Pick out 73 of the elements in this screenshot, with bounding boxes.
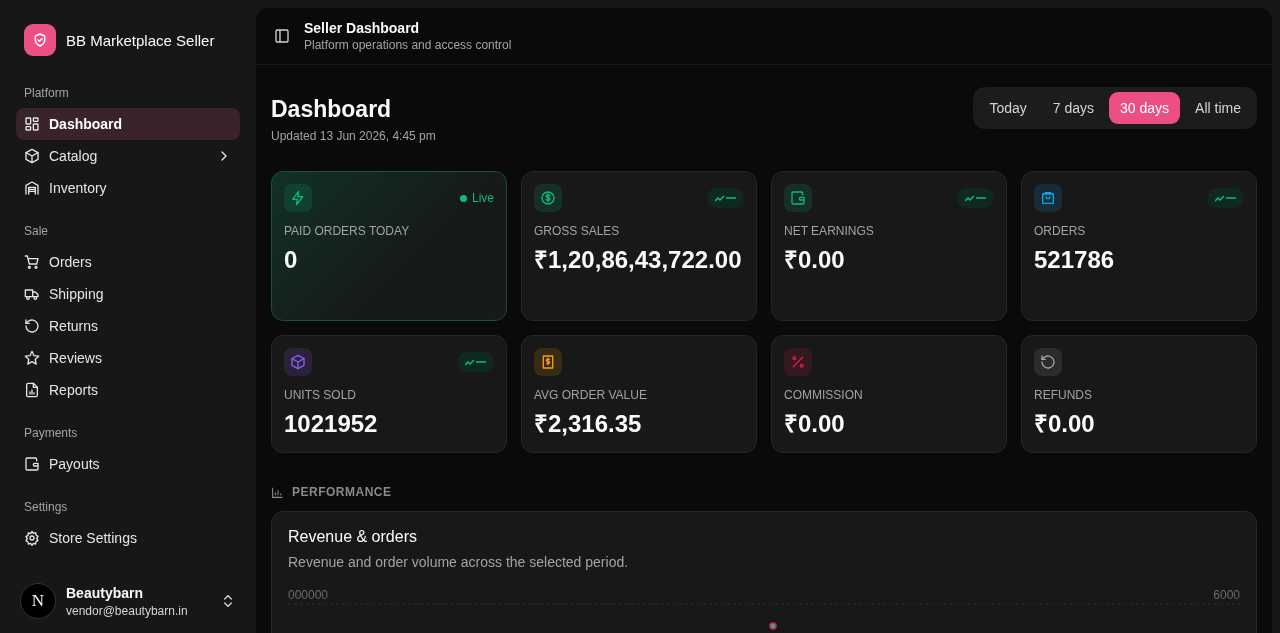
dollar-coin-icon — [540, 190, 556, 206]
nav-item[interactable]: Catalog — [16, 140, 240, 172]
trend-badge — [707, 188, 744, 208]
trend-badge — [457, 352, 494, 372]
stat-value: ₹0.00 — [1034, 409, 1096, 439]
bar-chart-icon — [271, 485, 284, 499]
live-badge: Live — [460, 191, 494, 205]
page-title: Dashboard — [271, 96, 393, 123]
stat-label: COMMISSION — [784, 388, 864, 402]
dashboard-icon — [24, 116, 40, 132]
stat-label: GROSS SALES — [534, 224, 621, 238]
box-icon — [24, 148, 40, 164]
chart-subtitle: Revenue and order volume across the selected period. — [288, 554, 630, 570]
stat-value: 1021952 — [284, 409, 379, 439]
section-title: PERFORMANCE — [292, 485, 392, 499]
nav-section-title: Settings — [23, 499, 69, 516]
stat-value: 521786 — [1034, 245, 1116, 275]
stat-label: PAID ORDERS TODAY — [284, 224, 411, 238]
nav-item[interactable]: Returns — [16, 310, 240, 342]
stat-value: ₹0.00 — [784, 245, 846, 275]
nav-section-title: Payments — [23, 425, 79, 442]
shield-logo-icon — [24, 24, 56, 56]
box-icon — [290, 354, 306, 370]
period-tab[interactable]: 7 days — [1041, 92, 1106, 124]
trend-badge — [1207, 188, 1244, 208]
stat-label: AVG ORDER VALUE — [534, 388, 648, 402]
percent-icon — [790, 354, 806, 370]
stat-value: ₹2,316.35 — [534, 409, 643, 439]
header-subtitle: Platform operations and access control — [304, 38, 512, 52]
nav-item[interactable]: Store Settings — [16, 522, 240, 554]
rotate-icon — [1040, 354, 1056, 370]
user-menu[interactable]: N Beautybarn vendor@beautybarn.in — [16, 575, 240, 633]
axis-label: 000000 — [288, 588, 329, 602]
period-tab[interactable]: All time — [1184, 92, 1252, 124]
period-tab[interactable]: Today — [978, 92, 1038, 124]
user-avatar: N — [20, 583, 56, 619]
sidebar-toggle-icon[interactable] — [274, 28, 290, 44]
star-icon — [24, 350, 40, 366]
cart-icon — [24, 254, 40, 270]
stat-label: ORDERS — [1034, 224, 1087, 238]
header-title: Seller Dashboard — [304, 20, 421, 36]
lightning-icon — [290, 190, 306, 206]
nav-item[interactable]: Reviews — [16, 342, 240, 374]
brand-name: BB Marketplace Seller — [66, 31, 215, 49]
nav-item[interactable]: Reports — [16, 374, 240, 406]
nav-item[interactable]: Inventory — [16, 172, 240, 204]
report-icon — [24, 382, 40, 398]
nav-item[interactable]: Orders — [16, 246, 240, 278]
updated-time: Updated 13 Jun 2026, 4:45 pm — [271, 129, 436, 143]
stat-label: UNITS SOLD — [284, 388, 357, 402]
user-email: vendor@beautybarn.in — [66, 603, 189, 618]
nav-item[interactable]: Payouts — [16, 448, 240, 480]
stat-label: NET EARNINGS — [784, 224, 875, 238]
shopping-bag-icon — [1040, 190, 1056, 206]
rotate-icon — [24, 318, 40, 334]
stat-value: ₹0.00 — [784, 409, 846, 439]
stat-value: 0 — [284, 245, 299, 275]
chart-title: Revenue & orders — [288, 528, 418, 546]
stat-value: ₹1,20,86,43,722.00 — [534, 245, 743, 275]
receipt-dollar-icon — [540, 354, 556, 370]
nav-item[interactable]: Shipping — [16, 278, 240, 310]
nav-section-title: Platform — [23, 85, 70, 102]
wallet-icon — [24, 456, 40, 472]
trend-badge — [957, 188, 994, 208]
truck-icon — [24, 286, 40, 302]
nav-item[interactable]: Dashboard — [16, 108, 240, 140]
user-name: Beautybarn — [66, 584, 145, 601]
stat-label: REFUNDS — [1034, 388, 1093, 402]
wallet-icon — [790, 190, 806, 206]
gear-icon — [24, 530, 40, 546]
warehouse-icon — [24, 180, 40, 196]
nav-section-title: Sale — [23, 223, 50, 240]
axis-label: 6000 — [1213, 588, 1240, 602]
